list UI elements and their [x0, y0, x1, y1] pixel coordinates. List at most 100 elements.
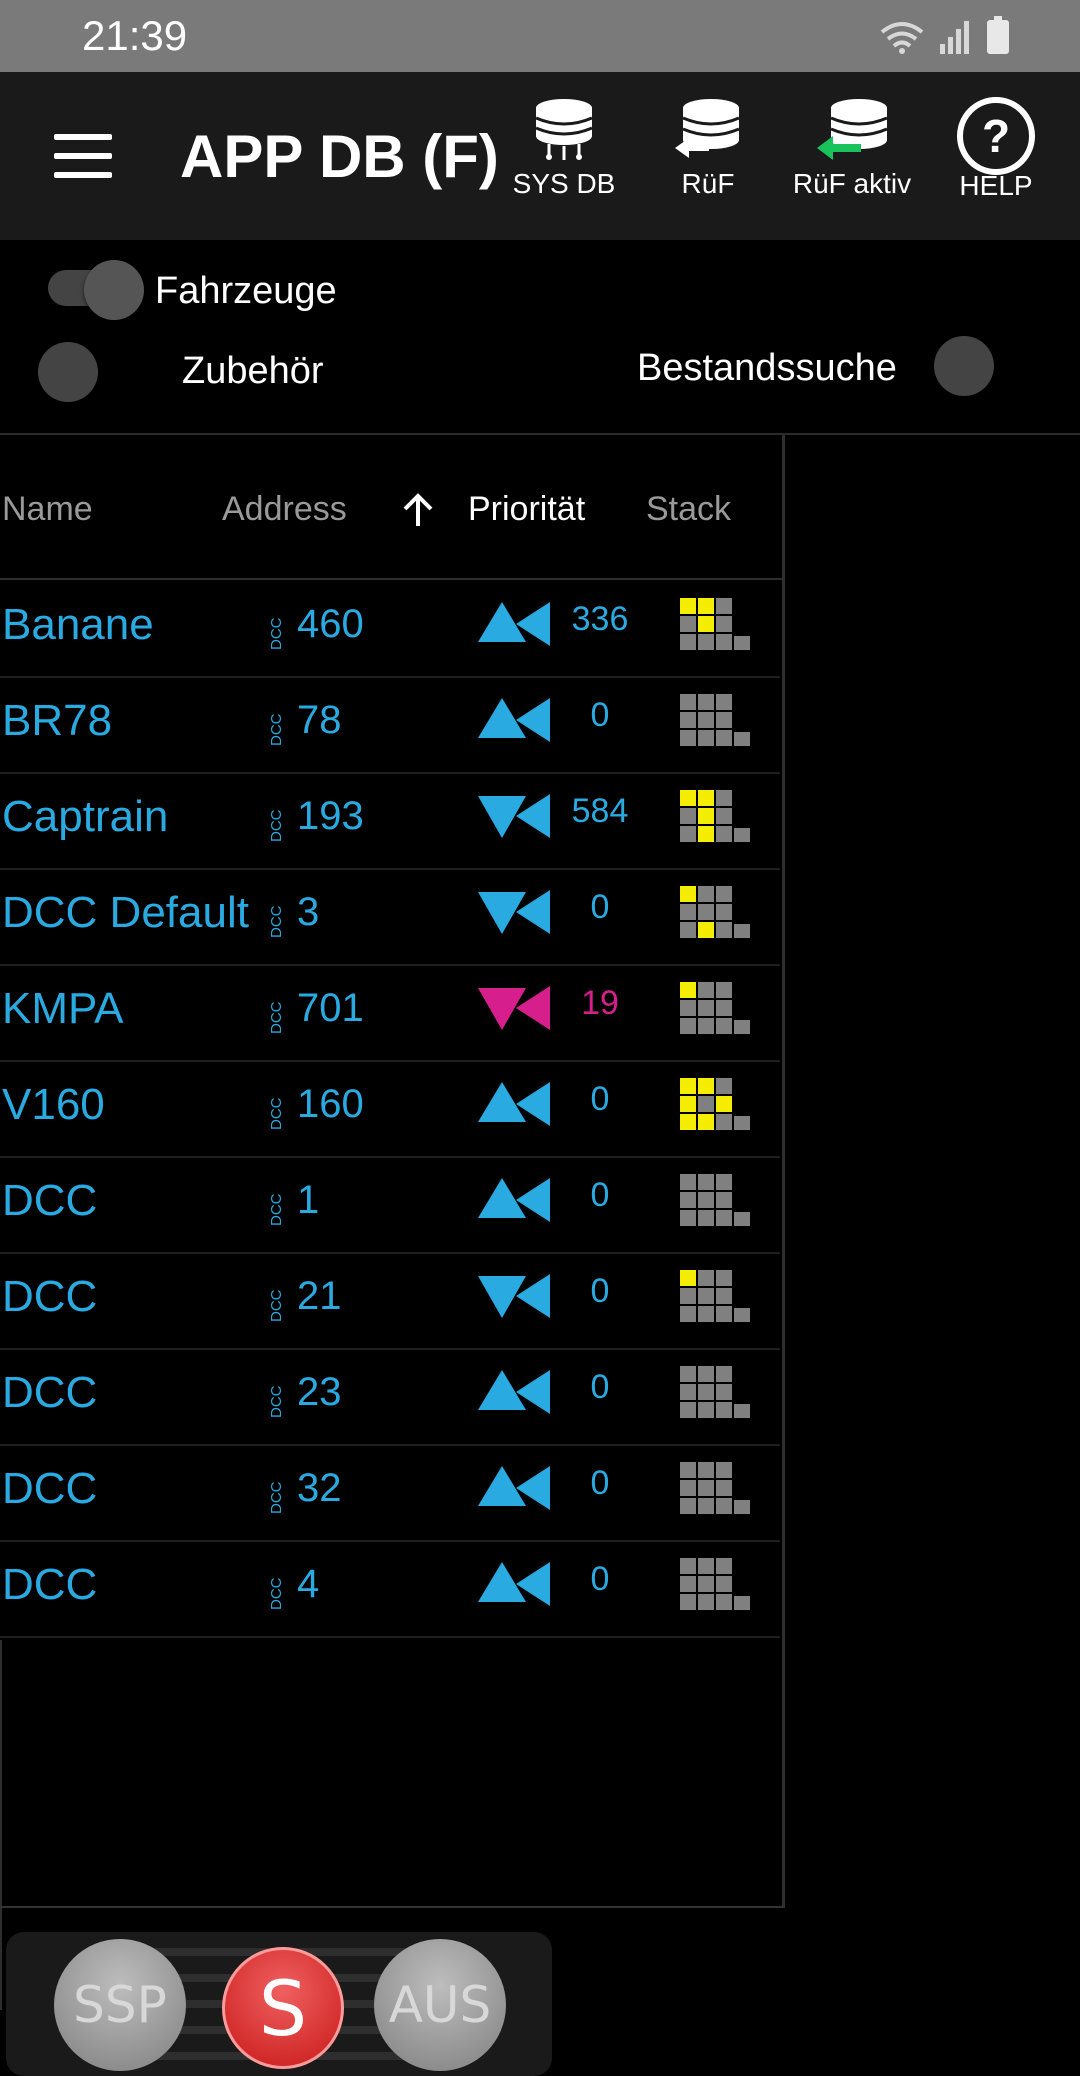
stack-cell	[716, 1288, 732, 1304]
stack-cell	[680, 1018, 696, 1034]
stack-cell	[680, 1210, 696, 1226]
help-button[interactable]: ? HELP	[926, 96, 1066, 202]
direction-down-icon[interactable]	[478, 888, 552, 936]
row-address: 21	[297, 1274, 342, 1318]
stack-cell	[680, 1558, 696, 1574]
stack-cell	[698, 616, 714, 632]
table-row[interactable]: DCC DCC 21 0	[0, 1252, 780, 1350]
row-protocol: DCC	[268, 1577, 285, 1611]
stack-cell	[698, 982, 714, 998]
table-row[interactable]: Banane DCC 460 336	[0, 580, 780, 678]
database-arrow-icon	[675, 99, 740, 158]
direction-down-icon[interactable]	[478, 792, 552, 840]
ruef-button[interactable]: RüF	[638, 96, 778, 200]
table-row[interactable]: V160 DCC 160 0	[0, 1060, 780, 1158]
stack-cell	[734, 1500, 750, 1514]
table-bottom-border	[0, 1906, 785, 1908]
ssp-button[interactable]: SSP	[54, 1939, 186, 2071]
stack-cell	[698, 1480, 714, 1496]
stack-cell	[734, 924, 750, 938]
table-row[interactable]: DCC Default DCC 3 0	[0, 868, 780, 966]
column-header-name[interactable]: Name	[2, 490, 93, 529]
row-name: DCC	[2, 1464, 98, 1513]
sys-db-label: SYS DB	[512, 168, 616, 199]
direction-up-icon[interactable]	[478, 1080, 552, 1128]
fahrzeuge-toggle[interactable]	[48, 258, 148, 322]
stack-cell	[698, 904, 714, 920]
stack-cell	[716, 1402, 732, 1418]
ruef-label: RüF	[681, 168, 735, 199]
stack-cell	[716, 1594, 732, 1610]
stack-cell	[680, 1174, 696, 1190]
stack-icon	[680, 1174, 750, 1226]
direction-up-icon[interactable]	[478, 1464, 552, 1512]
row-name: DCC	[2, 1560, 98, 1609]
column-header-address[interactable]: Address	[222, 490, 347, 529]
stack-cell	[716, 598, 732, 614]
stack-cell	[716, 922, 732, 938]
row-name: KMPA	[2, 984, 124, 1033]
page-title: APP DB (F)	[180, 123, 499, 190]
stack-cell	[716, 634, 732, 650]
stack-cell	[698, 1384, 714, 1400]
stack-cell	[680, 982, 696, 998]
stack-cell	[680, 826, 696, 842]
row-protocol: DCC	[268, 1097, 285, 1131]
zubehoer-toggle[interactable]	[36, 340, 100, 404]
aus-button[interactable]: AUS	[374, 1939, 506, 2071]
filter-divider	[0, 433, 1080, 435]
direction-up-icon[interactable]	[478, 1368, 552, 1416]
sys-db-button[interactable]: SYS DB	[494, 96, 634, 200]
direction-up-icon[interactable]	[478, 600, 552, 648]
row-address: 23	[297, 1370, 342, 1414]
column-header-stack[interactable]: Stack	[646, 490, 731, 529]
table-row[interactable]: DCC DCC 23 0	[0, 1348, 780, 1446]
menu-icon[interactable]	[54, 134, 112, 178]
direction-down-icon[interactable]	[478, 1272, 552, 1320]
stack-icon	[680, 1462, 750, 1514]
table-row[interactable]: DCC DCC 4 0	[0, 1540, 780, 1638]
stack-cell	[698, 1114, 714, 1130]
stack-cell	[716, 730, 732, 746]
stack-cell	[716, 1078, 732, 1094]
table-row[interactable]: DCC DCC 32 0	[0, 1444, 780, 1542]
bestandssuche-toggle[interactable]	[934, 336, 998, 400]
battery-icon	[987, 16, 1009, 54]
bottom-control-bar: SSP S AUS	[6, 1932, 552, 2076]
stack-cell	[734, 1116, 750, 1130]
stack-cell	[680, 616, 696, 632]
table-row[interactable]: DCC DCC 1 0	[0, 1156, 780, 1254]
database-chip-icon	[535, 99, 593, 160]
stack-cell	[734, 1020, 750, 1034]
stack-cell	[698, 1288, 714, 1304]
table-row[interactable]: KMPA DCC 701 19	[0, 964, 780, 1062]
stack-cell	[734, 636, 750, 650]
direction-up-icon[interactable]	[478, 1560, 552, 1608]
row-priority: 0	[590, 1272, 610, 1310]
stack-cell	[716, 1174, 732, 1190]
stack-cell	[734, 1308, 750, 1322]
stack-cell	[698, 1576, 714, 1592]
stack-cell	[734, 1596, 750, 1610]
direction-down-icon[interactable]	[478, 984, 552, 1032]
wifi-icon	[880, 22, 924, 54]
arrow-up-icon[interactable]	[400, 490, 436, 530]
stack-cell	[698, 1558, 714, 1574]
row-address: 701	[297, 986, 364, 1030]
row-priority: 0	[590, 1560, 610, 1598]
table-row[interactable]: BR78 DCC 78 0	[0, 676, 780, 774]
stack-cell	[716, 1366, 732, 1382]
stack-cell	[716, 1384, 732, 1400]
bestandssuche-label: Bestandssuche	[637, 347, 897, 389]
stack-icon	[680, 982, 750, 1034]
direction-up-icon[interactable]	[478, 1176, 552, 1224]
stop-button[interactable]: S	[222, 1947, 344, 2069]
row-priority: 0	[590, 1176, 610, 1214]
column-header-priority[interactable]: Priorität	[468, 490, 585, 529]
stack-cell	[716, 1306, 732, 1322]
ruef-aktiv-button[interactable]: RüF aktiv	[782, 96, 922, 200]
stack-cell	[716, 826, 732, 842]
table-row[interactable]: Captrain DCC 193 584	[0, 772, 780, 870]
zubehoer-label: Zubehör	[182, 350, 324, 392]
direction-up-icon[interactable]	[478, 696, 552, 744]
